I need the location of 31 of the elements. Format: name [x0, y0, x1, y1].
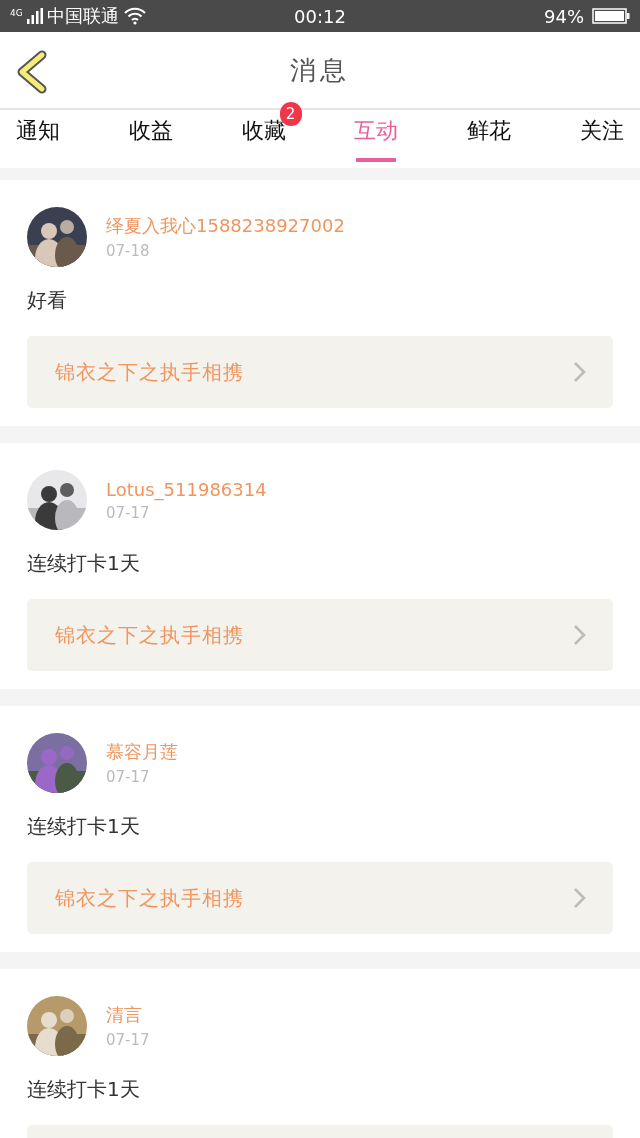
tab[interactable]: 收益 [118, 110, 183, 168]
message-date: 07-17 [106, 503, 151, 522]
tab[interactable]: 通知 [6, 110, 70, 168]
book-link[interactable]: 锦衣之下之执手相携 [27, 599, 613, 671]
book-link[interactable]: 锦衣之下之执手相携 [27, 862, 613, 934]
wifi-icon [122, 7, 147, 25]
user-name[interactable]: 绎夏入我心1588238927002 [106, 214, 345, 238]
clock: 00:12 [293, 5, 347, 27]
user-name[interactable]: 清言 [106, 1003, 150, 1027]
comment-text: 好看 [27, 287, 68, 314]
user-name[interactable]: Lotus_511986314 [106, 478, 267, 500]
user-name[interactable]: 慕容月莲 [106, 740, 178, 764]
tab[interactable]: 关注 [570, 110, 634, 168]
message-date: 07-17 [106, 768, 151, 786]
chevron-icon [573, 361, 587, 383]
chevron-icon [573, 887, 587, 909]
network-type: 4G [10, 8, 23, 18]
comment-text: 连续打卡1天 [27, 813, 141, 840]
tab[interactable]: 鲜花 [457, 110, 522, 168]
battery-icon [592, 8, 630, 24]
comment-text: 连续打卡1天 [27, 1076, 141, 1103]
battery-percent: 94% [544, 5, 584, 27]
message-date: 07-17 [106, 1031, 150, 1049]
chevron-icon [573, 624, 587, 646]
message-date: 07-18 [106, 242, 151, 260]
tab[interactable]: 互动 [344, 110, 409, 168]
book-link[interactable]: 锦衣之下之执手相携 [27, 336, 613, 408]
page-title: 消息 [290, 53, 350, 87]
signal-icon [26, 8, 43, 24]
carrier-name: 中国联通 [46, 4, 119, 28]
comment-text: 连续打卡1天 [27, 550, 141, 577]
